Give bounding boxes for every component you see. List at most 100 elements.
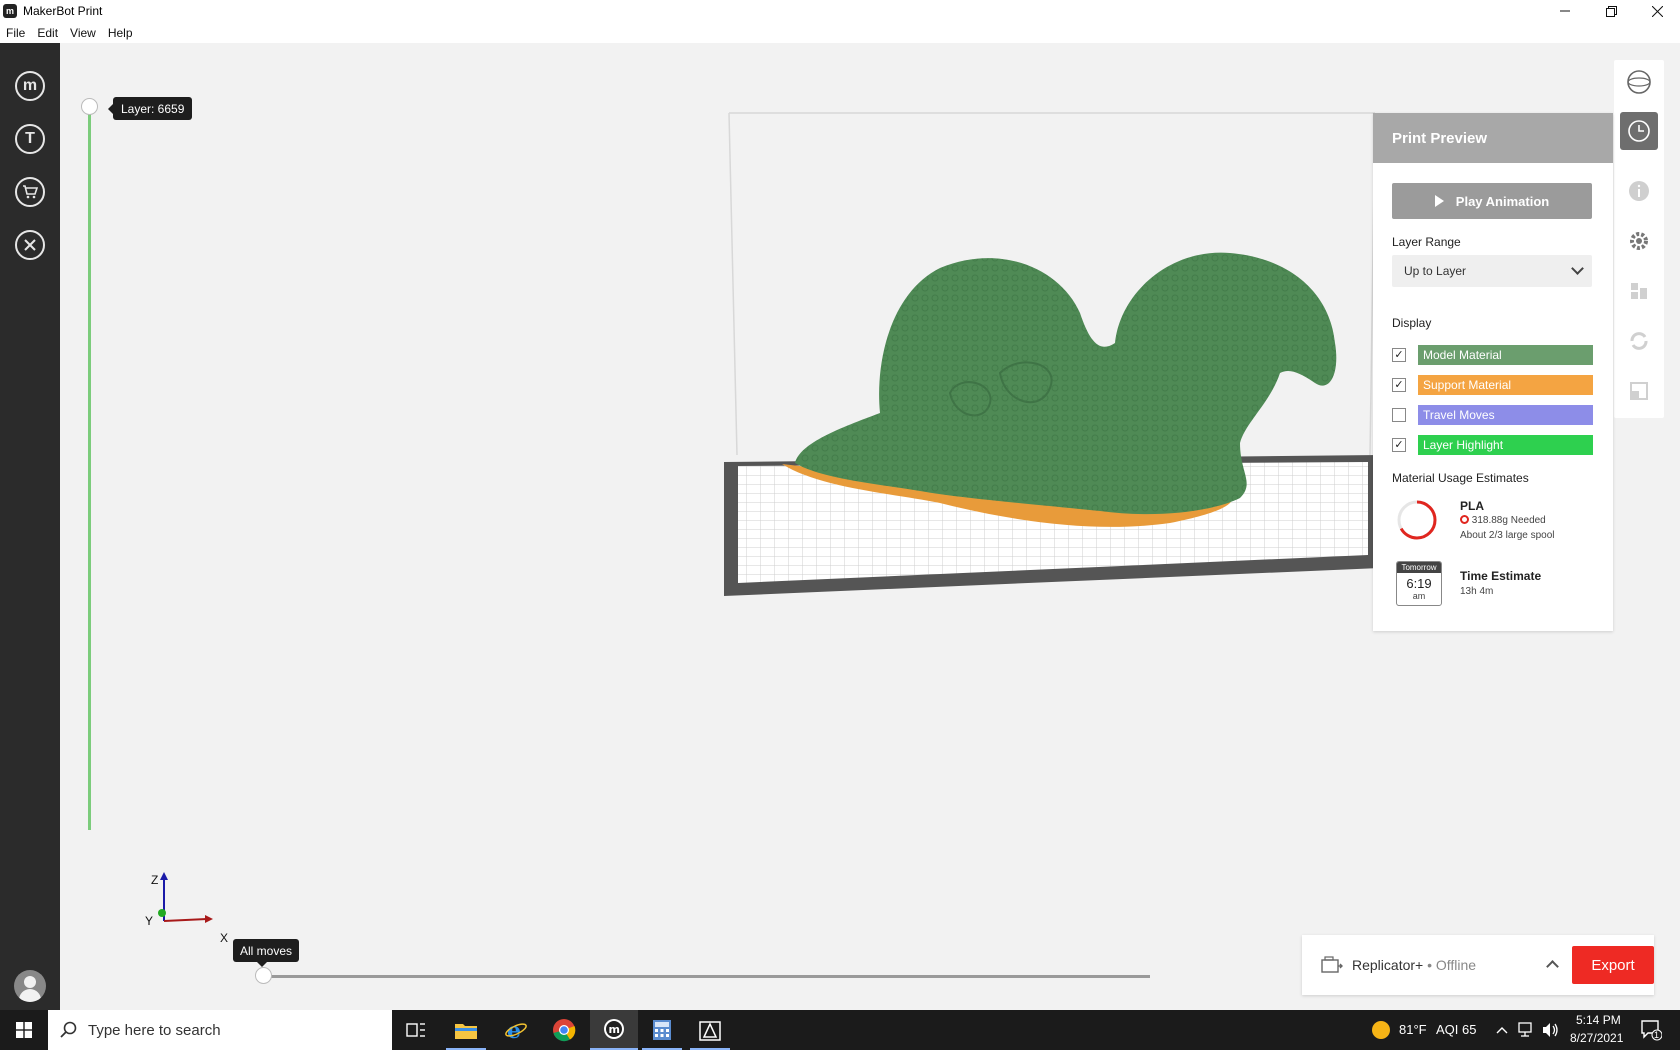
scale-icon xyxy=(1630,382,1648,400)
play-animation-button[interactable]: Play Animation xyxy=(1392,183,1592,219)
chevron-down-icon xyxy=(1571,262,1584,275)
user-avatar[interactable] xyxy=(14,970,46,1002)
utilities-button[interactable] xyxy=(15,230,45,260)
material-needed: Needed xyxy=(1510,515,1546,526)
menu-view[interactable]: View xyxy=(64,26,102,40)
search-placeholder: Type here to search xyxy=(88,1021,221,1039)
layer-highlight-checkbox[interactable]: ✓ xyxy=(1392,438,1406,452)
weather-aqi[interactable]: AQI 65 xyxy=(1436,1022,1476,1037)
display-row-travel: Travel Moves xyxy=(1392,405,1593,425)
makerbot-icon: m xyxy=(22,77,38,94)
window-title: MakerBot Print xyxy=(23,4,103,18)
view-tool-button[interactable] xyxy=(1620,63,1658,101)
model-material-checkbox[interactable]: ✓ xyxy=(1392,348,1406,362)
time-estimate-value: 13h 4m xyxy=(1460,586,1494,597)
calculator-icon xyxy=(653,1020,671,1040)
clock-preview-icon xyxy=(1628,120,1650,142)
display-row-highlight: ✓ Layer Highlight xyxy=(1392,435,1593,455)
layer-range-select[interactable]: Up to Layer xyxy=(1392,255,1592,287)
clock-time[interactable]: 5:14 PM xyxy=(1576,1013,1621,1027)
makerbot-home-button[interactable]: m xyxy=(15,71,45,101)
app-icon: m xyxy=(3,4,17,18)
axis-y-label: Y xyxy=(145,914,154,928)
menu-edit[interactable]: Edit xyxy=(31,26,64,40)
taskbar-internet-explorer[interactable]: e xyxy=(492,1010,540,1050)
taskbar-calculator[interactable] xyxy=(638,1010,686,1050)
search-icon xyxy=(60,1021,77,1038)
display-label: Display xyxy=(1392,316,1432,330)
print-preview-tool-button[interactable] xyxy=(1620,112,1658,150)
right-toolbar xyxy=(1614,60,1664,418)
minimize-button[interactable] xyxy=(1542,0,1588,22)
makerbot-app-icon: m xyxy=(604,1019,624,1039)
thingiverse-button[interactable]: T xyxy=(15,124,45,154)
clock-date[interactable]: 8/27/2021 xyxy=(1570,1031,1623,1045)
display-row-model: ✓ Model Material xyxy=(1392,345,1593,365)
panel-title: Print Preview xyxy=(1373,113,1613,163)
taskbar-chrome[interactable] xyxy=(540,1010,588,1050)
cart-icon xyxy=(23,185,38,199)
printer-icon[interactable] xyxy=(1321,956,1343,974)
taskbar-makerbot-print[interactable]: m xyxy=(590,1010,638,1050)
weather-temperature[interactable]: 81°F xyxy=(1399,1022,1427,1037)
info-tool-button[interactable] xyxy=(1620,172,1658,210)
moves-tooltip: All moves xyxy=(233,939,300,967)
finish-time-calendar-icon: Tomorrow 6:19 am xyxy=(1396,561,1442,606)
chevron-up-icon[interactable] xyxy=(1546,960,1559,973)
material-amount-row: 318.88g Needed xyxy=(1460,515,1546,526)
printer-name: Replicator+ xyxy=(1352,957,1424,973)
taskbar-sketch-app[interactable] xyxy=(686,1010,734,1050)
network-icon[interactable] xyxy=(1518,1022,1536,1038)
windows-taskbar: Type here to search e m 81°F AQI 65 5:14… xyxy=(0,1010,1680,1050)
support-material-checkbox[interactable]: ✓ xyxy=(1392,378,1406,392)
volume-icon[interactable] xyxy=(1542,1022,1560,1038)
time-estimate-title: Time Estimate xyxy=(1460,569,1542,583)
close-button[interactable] xyxy=(1634,0,1680,22)
restore-icon xyxy=(1605,5,1617,17)
support-material-label: Support Material xyxy=(1418,375,1593,395)
travel-moves-label: Travel Moves xyxy=(1418,405,1593,425)
menu-help[interactable]: Help xyxy=(102,26,139,40)
play-icon xyxy=(1434,195,1444,207)
layer-highlight-label: Layer Highlight xyxy=(1418,435,1593,455)
layer-slider-track[interactable] xyxy=(88,106,91,830)
printer-offline: • Offline xyxy=(1427,957,1477,973)
drawing-app-icon xyxy=(699,1021,721,1041)
printer-status[interactable]: Replicator+ • Offline xyxy=(1352,957,1476,973)
info-icon xyxy=(1629,181,1649,201)
warning-dot-icon xyxy=(1460,515,1469,524)
calendar-day: Tomorrow xyxy=(1397,562,1441,573)
layer-tooltip: Layer: 6659 xyxy=(107,97,193,120)
start-button[interactable] xyxy=(0,1010,48,1050)
weather-sun-icon[interactable] xyxy=(1371,1020,1391,1040)
moves-slider-handle[interactable] xyxy=(255,967,272,984)
rotate-tool-button[interactable] xyxy=(1620,322,1658,360)
restore-button[interactable] xyxy=(1588,0,1634,22)
arrange-tool-button[interactable] xyxy=(1620,272,1658,310)
calendar-ampm: am xyxy=(1412,591,1426,601)
printer-bar: Replicator+ • Offline Export xyxy=(1302,935,1654,995)
rotate-icon xyxy=(1630,332,1648,350)
model-material-label: Model Material xyxy=(1418,345,1593,365)
taskbar-file-explorer[interactable] xyxy=(442,1010,490,1050)
svg-text:m: m xyxy=(609,1023,620,1036)
calendar-clock: 6:19 xyxy=(1406,576,1432,591)
close-icon xyxy=(1651,5,1663,17)
arrange-icon xyxy=(1631,283,1647,299)
layer-range-label: Layer Range xyxy=(1392,235,1461,249)
settings-tool-button[interactable] xyxy=(1620,222,1658,260)
scale-tool-button[interactable] xyxy=(1620,372,1658,410)
export-button[interactable]: Export xyxy=(1572,946,1654,984)
layer-range-value: Up to Layer xyxy=(1404,264,1467,278)
sphere-view-icon xyxy=(1627,70,1651,94)
task-view-button[interactable] xyxy=(392,1010,440,1050)
moves-slider-track[interactable] xyxy=(264,975,1150,978)
material-usage-label: Material Usage Estimates xyxy=(1392,471,1529,485)
store-button[interactable] xyxy=(15,177,45,207)
play-animation-label: Play Animation xyxy=(1455,193,1550,209)
taskbar-search[interactable]: Type here to search xyxy=(48,1010,392,1050)
tray-chevron-up-icon[interactable] xyxy=(1496,1026,1508,1034)
menu-file[interactable]: File xyxy=(0,26,31,40)
layer-slider-handle[interactable] xyxy=(81,98,98,115)
travel-moves-checkbox[interactable] xyxy=(1392,408,1406,422)
